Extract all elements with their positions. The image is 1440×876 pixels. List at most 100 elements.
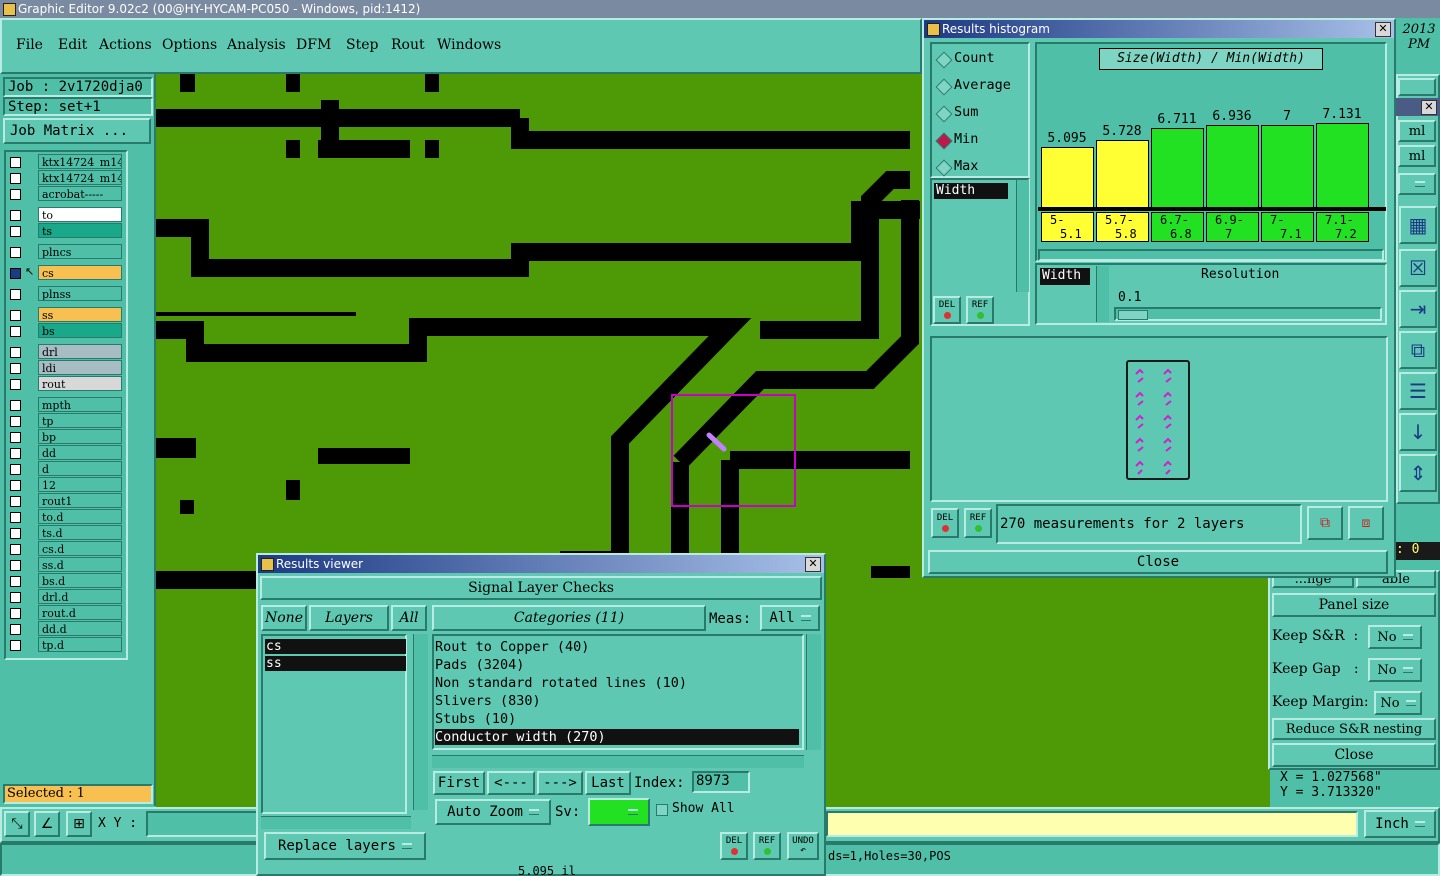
all-layers-button[interactable]: All (391, 605, 427, 631)
layer-name[interactable]: bs (38, 323, 122, 338)
layer-row[interactable]: 12 (6, 477, 124, 492)
layer-checkbox[interactable] (10, 363, 21, 374)
layer-checkbox[interactable] (10, 544, 21, 555)
layer-row[interactable]: to (6, 207, 124, 222)
layer-name[interactable]: to (38, 207, 122, 222)
layer-checkbox[interactable] (10, 608, 21, 619)
layer-checkbox[interactable] (10, 157, 21, 168)
layer-name[interactable]: drl.d (38, 589, 122, 604)
category-item[interactable]: Conductor width (270) (435, 729, 799, 745)
histogram-bar[interactable] (1261, 125, 1314, 208)
layer-name[interactable]: ts.d (38, 525, 122, 540)
menu-file[interactable]: File (16, 37, 43, 53)
layer-checkbox[interactable] (10, 247, 21, 258)
layer-checkbox[interactable] (10, 289, 21, 300)
preview-ref-button[interactable]: REF (964, 508, 992, 538)
layer-checkbox[interactable] (10, 400, 21, 411)
layer-row[interactable]: rout1 (6, 493, 124, 508)
layer-row[interactable]: plncs (6, 244, 124, 259)
layer-checkbox[interactable] (10, 379, 21, 390)
viewer-close-icon[interactable]: ✕ (805, 557, 821, 572)
next-button[interactable]: ---> (537, 771, 583, 795)
layer-name[interactable]: 12 (38, 477, 122, 492)
histogram-bar[interactable] (1096, 140, 1149, 208)
category-scrollbar[interactable] (806, 634, 821, 750)
menu-dfm[interactable]: DFM (296, 37, 331, 53)
layer-row[interactable]: cs ↖ (6, 265, 124, 280)
layer-row[interactable]: to.d (6, 509, 124, 524)
histogram-bar[interactable] (1151, 128, 1204, 208)
layer-checkbox[interactable] (10, 210, 21, 221)
attribute-item-width[interactable]: Width (934, 183, 1008, 199)
category-item[interactable]: Stubs (10) (435, 711, 799, 727)
layer-checkbox[interactable] (10, 226, 21, 237)
keep-margin-dropdown[interactable]: No (1374, 691, 1422, 715)
right-field-ml-1[interactable]: ml (1398, 120, 1436, 142)
layer-checkbox[interactable] (10, 173, 21, 184)
layer-row[interactable]: ts.d (6, 525, 124, 540)
layer-checkbox[interactable] (10, 480, 21, 491)
keep-sr-dropdown[interactable]: No (1368, 625, 1422, 649)
layer-checkbox[interactable] (10, 528, 21, 539)
histogram-close-icon[interactable]: ✕ (1375, 22, 1391, 37)
category-item[interactable]: Rout to Copper (40) (435, 639, 799, 655)
layer-row[interactable]: acrobat----- (6, 186, 124, 201)
layer-checkbox[interactable] (10, 464, 21, 475)
histogram-close-button[interactable]: Close (928, 550, 1388, 574)
category-item[interactable]: Pads (3204) (435, 657, 799, 673)
select-tool-icon[interactable]: ⤡ (4, 811, 30, 837)
reduce-sr-nesting-button[interactable]: Reduce S&R nesting (1272, 718, 1436, 740)
layer-row[interactable]: ts (6, 223, 124, 238)
layer-name[interactable]: ldi (38, 360, 122, 375)
layer-row[interactable]: cs.d (6, 541, 124, 556)
category-item[interactable]: Slivers (830) (435, 693, 799, 709)
layer-name[interactable]: ktx14724_m14 (38, 154, 122, 169)
layer-row[interactable]: ktx14724_m14 (6, 170, 124, 185)
first-button[interactable]: First (433, 771, 485, 795)
layer-row[interactable]: rout (6, 376, 124, 391)
layer-name[interactable]: ss.d (38, 557, 122, 572)
sv-color-dropdown[interactable] (588, 798, 650, 826)
layers-button[interactable]: Layers (309, 605, 389, 631)
zoom-selection-icon[interactable]: ⧉ (1307, 506, 1343, 540)
menu-actions[interactable]: Actions (99, 37, 152, 53)
panel-close-button[interactable]: Close (1272, 743, 1436, 767)
layer-name[interactable]: bs.d (38, 573, 122, 588)
none-button[interactable]: None (261, 605, 307, 631)
category-hscroll[interactable] (432, 755, 804, 768)
layer-row[interactable]: mpth (6, 397, 124, 412)
menu-windows[interactable]: Windows (437, 37, 501, 53)
layer-name[interactable]: ss (38, 307, 122, 322)
arrow-down-icon[interactable]: ↓ (1399, 413, 1437, 451)
step-repeat-icon[interactable]: ⧉ (1399, 331, 1437, 369)
layer-name[interactable]: tp.d (38, 637, 122, 652)
layer-name[interactable]: rout (38, 376, 122, 391)
layer-checkbox[interactable] (10, 326, 21, 337)
layer-name[interactable]: dd.d (38, 621, 122, 636)
preview-del-button[interactable]: DEL (931, 508, 959, 538)
viewer-layer-scrollbar[interactable] (413, 634, 428, 810)
right-field-ml-2[interactable]: ml (1398, 145, 1436, 167)
layer-name[interactable]: rout.d (38, 605, 122, 620)
layer-row[interactable]: d (6, 461, 124, 476)
snap-grid-icon[interactable]: ⊞ (66, 811, 92, 837)
viewer-layer-item[interactable]: ss (265, 656, 406, 671)
menu-analysis[interactable]: Analysis (227, 37, 286, 53)
layer-list-scrollbar[interactable] (128, 150, 154, 660)
layer-row[interactable]: bs (6, 323, 124, 338)
layer-name[interactable]: mpth (38, 397, 122, 412)
viewer-del-button[interactable]: DEL (720, 832, 748, 860)
layer-row[interactable]: plnss (6, 286, 124, 301)
panel-size-button[interactable]: Panel size (1272, 593, 1436, 617)
menu-step[interactable]: Step (346, 37, 378, 53)
grid-array-icon[interactable]: ▦ (1399, 206, 1437, 244)
layer-checkbox[interactable] (10, 268, 21, 279)
layer-checkbox[interactable] (10, 347, 21, 358)
viewer-ref-button[interactable]: REF (753, 832, 781, 860)
hist-ref-button[interactable]: REF (966, 296, 994, 324)
resolution-slider-thumb[interactable] (1118, 310, 1148, 320)
category-item[interactable]: Non standard rotated lines (10) (435, 675, 799, 691)
index-input[interactable]: 8973 (692, 771, 750, 793)
layer-row[interactable]: drl (6, 344, 124, 359)
last-button[interactable]: Last (585, 771, 631, 795)
